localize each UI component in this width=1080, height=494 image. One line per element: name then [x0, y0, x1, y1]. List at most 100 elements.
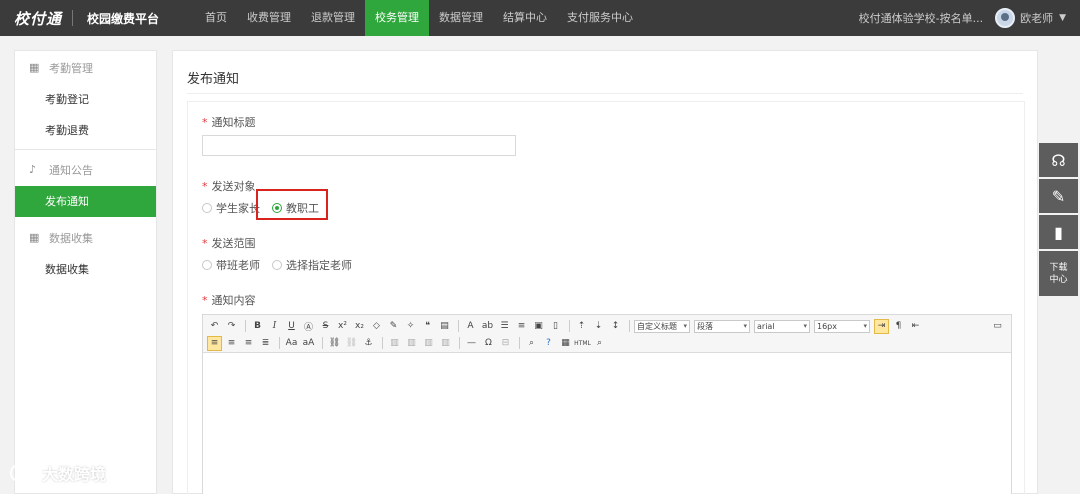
special-char-icon[interactable]: Ω — [481, 336, 496, 351]
radio-parents-label[interactable]: 学生家长 — [216, 200, 260, 216]
chevron-down-icon[interactable]: ▼ — [1059, 13, 1066, 23]
nav-fee-management[interactable]: 收费管理 — [237, 0, 301, 36]
format-brush-icon[interactable]: ✎ — [386, 319, 401, 334]
underline-icon[interactable]: U — [284, 319, 299, 334]
editor-toolbar: ↶ ↷ B I U Ⓐ S x² x₂ ◇ ✎ ✧ ❝ ▤ A ab ☰ ≡ ▣… — [203, 315, 1011, 353]
subscript-icon[interactable]: x₂ — [352, 319, 367, 334]
watermark-text: 大数跨境 — [42, 465, 107, 484]
image-left-icon[interactable]: ▥ — [404, 336, 419, 351]
sidebar-item-data-collection[interactable]: 数据收集 — [15, 254, 156, 285]
radio-parents[interactable] — [202, 203, 212, 213]
sidebar-group-data-collection[interactable]: ▦ 数据收集 — [15, 221, 156, 254]
nav-school-affairs[interactable]: 校务管理 — [365, 0, 429, 36]
auto-format-icon[interactable]: ✧ — [403, 319, 418, 334]
indent-icon[interactable]: ⇤ — [908, 319, 923, 334]
undo-icon[interactable]: ↶ — [207, 319, 222, 334]
send-scope-label: * 发送范围 — [202, 235, 256, 251]
align-center-icon[interactable]: ≡ — [224, 336, 239, 351]
text-direction-ltr-icon[interactable]: ⇥ — [874, 318, 889, 334]
ordered-list-icon[interactable]: ☰ — [497, 319, 512, 334]
font-color-icon[interactable]: A — [463, 319, 478, 334]
sidebar-group-label: 数据收集 — [49, 231, 93, 245]
select-all-icon[interactable]: ▣ — [531, 319, 546, 334]
image-none-icon[interactable]: ▥ — [387, 336, 402, 351]
sidebar-group-attendance[interactable]: ▦ 考勤管理 — [15, 51, 156, 84]
italic-icon[interactable]: I — [267, 319, 282, 334]
avatar[interactable] — [995, 8, 1016, 28]
preview-icon[interactable]: ⌕ — [592, 336, 607, 351]
book-icon[interactable]: ▮ — [1039, 215, 1078, 249]
template-icon[interactable]: ▦ — [558, 336, 573, 351]
strikethrough-icon[interactable]: S — [318, 319, 333, 334]
unordered-list-icon[interactable]: ≡ — [514, 319, 529, 334]
paste-text-icon[interactable]: ▤ — [437, 319, 452, 334]
image-right-icon[interactable]: ▥ — [421, 336, 436, 351]
customer-service-icon[interactable]: ☊ — [1039, 143, 1078, 177]
clear-doc-icon[interactable]: ▯ — [548, 319, 563, 334]
search-replace-icon[interactable]: ⌕ — [524, 336, 539, 351]
download-center-button[interactable]: 下载 中心 — [1039, 251, 1078, 296]
font-family-select[interactable]: arial — [754, 319, 810, 333]
watermark: 大数跨境 — [10, 461, 106, 485]
school-name[interactable]: 校付通体验学校-按名单... — [859, 10, 983, 26]
bold-icon[interactable]: B — [250, 319, 265, 334]
send-scope-label-text: 发送范围 — [211, 237, 256, 250]
required-mark: * — [202, 237, 208, 250]
page-break-icon[interactable]: ⊟ — [498, 336, 513, 351]
blockquote-icon[interactable]: ❝ — [420, 319, 435, 334]
radio-specific-teacher[interactable] — [272, 260, 282, 270]
toolbar-separator — [459, 337, 460, 349]
rich-text-editor: ↶ ↷ B I U Ⓐ S x² x₂ ◇ ✎ ✧ ❝ ▤ A ab ☰ ≡ ▣… — [202, 314, 1012, 494]
nav-data-management[interactable]: 数据管理 — [429, 0, 493, 36]
image-center-icon[interactable]: ▥ — [438, 336, 453, 351]
line-height-icon[interactable]: ↕ — [608, 319, 623, 334]
row-spacing-top-icon[interactable]: ⇡ — [574, 319, 589, 334]
required-mark: * — [202, 116, 208, 129]
toolbar-row-2: ≡ ≡ ≡ ≣ Aa aA ⛓ ⛓ ⚓ ▥ ▥ ▥ ▥ — Ω ⊟ ⌕ ? ▦ … — [207, 335, 1007, 351]
redo-icon[interactable]: ↷ — [224, 319, 239, 334]
fullscreen-icon[interactable]: ▭ — [990, 319, 1005, 334]
sidebar-item-publish-notice[interactable]: 发布通知 — [15, 186, 156, 217]
horizontal-rule-icon[interactable]: — — [464, 336, 479, 351]
download-label-line2: 中心 — [1049, 274, 1068, 285]
html-source-icon[interactable]: HTML — [574, 336, 591, 351]
notice-title-input[interactable] — [202, 135, 516, 156]
text-direction-rtl-icon[interactable]: ¶ — [891, 319, 906, 334]
platform-title: 校园缴费平台 — [87, 11, 160, 26]
unlink-icon[interactable]: ⛓ — [344, 336, 359, 351]
align-justify-icon[interactable]: ≣ — [258, 336, 273, 351]
radio-class-teacher-label[interactable]: 带班老师 — [216, 257, 260, 273]
radio-specific-teacher-label[interactable]: 选择指定老师 — [286, 257, 352, 273]
superscript-icon[interactable]: x² — [335, 319, 350, 334]
editor-content-area[interactable] — [203, 353, 1011, 494]
custom-heading-select[interactable]: 自定义标题 — [634, 319, 690, 333]
row-spacing-bottom-icon[interactable]: ⇣ — [591, 319, 606, 334]
watermark-logo-icon — [10, 464, 36, 482]
nav-refund-management[interactable]: 退款管理 — [301, 0, 365, 36]
toolbar-separator — [322, 337, 323, 349]
uppercase-icon[interactable]: Aa — [284, 336, 299, 351]
sidebar-group-notices[interactable]: ♪ 通知公告 — [15, 153, 156, 186]
sidebar-item-attendance-register[interactable]: 考勤登记 — [15, 84, 156, 115]
align-right-icon[interactable]: ≡ — [241, 336, 256, 351]
edit-icon[interactable]: ✎ — [1039, 179, 1078, 213]
anchor-icon[interactable]: ⚓ — [361, 336, 376, 351]
font-border-icon[interactable]: Ⓐ — [301, 319, 316, 334]
sidebar-divider — [15, 149, 156, 150]
align-left-icon[interactable]: ≡ — [207, 335, 222, 351]
paragraph-select[interactable]: 段落 — [694, 319, 750, 333]
eraser-icon[interactable]: ◇ — [369, 319, 384, 334]
sidebar-item-attendance-refund[interactable]: 考勤退费 — [15, 115, 156, 146]
lowercase-icon[interactable]: aA — [301, 336, 316, 351]
radio-class-teacher[interactable] — [202, 260, 212, 270]
nav-payment-service[interactable]: 支付服务中心 — [557, 0, 643, 36]
page-title: 发布通知 — [187, 72, 240, 87]
user-name[interactable]: 欧老师 — [1020, 10, 1053, 26]
font-size-select[interactable]: 16px — [814, 319, 870, 333]
nav-home[interactable]: 首页 — [195, 0, 237, 36]
help-icon[interactable]: ? — [541, 336, 556, 351]
highlight-color-icon[interactable]: ab — [480, 319, 495, 334]
logo[interactable]: 校付通 — [0, 8, 62, 29]
link-icon[interactable]: ⛓ — [327, 336, 342, 351]
nav-settlement-center[interactable]: 结算中心 — [493, 0, 557, 36]
